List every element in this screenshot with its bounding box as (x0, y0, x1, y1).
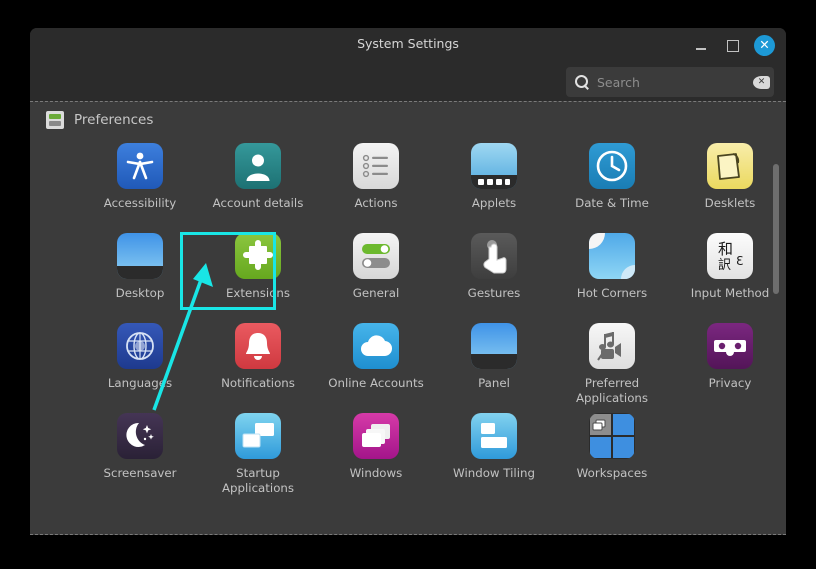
date-time-icon (589, 143, 635, 189)
settings-item-label: Window Tiling (453, 466, 535, 481)
settings-item-date-time[interactable]: Date & Time (553, 135, 671, 225)
maximize-button[interactable] (722, 35, 743, 56)
extensions-icon (235, 233, 281, 279)
settings-icon-grid: Accessibility Account details Actions Ap… (30, 135, 786, 495)
settings-item-label: Startup Applications (203, 466, 313, 496)
search-icon (574, 74, 590, 90)
screensaver-icon (117, 413, 163, 459)
screen: System Settings ✕ ✕ Preferences (0, 0, 816, 569)
section-title: Preferences (74, 112, 153, 128)
settings-item-desklets[interactable]: Desklets (671, 135, 786, 225)
settings-item-label: Preferred Applications (557, 376, 667, 406)
settings-item-privacy[interactable]: Privacy (671, 315, 786, 405)
settings-item-label: Hot Corners (577, 286, 647, 301)
hot-corners-icon (589, 233, 635, 279)
scrollbar-thumb[interactable] (773, 164, 779, 294)
svg-text:Ɛ: Ɛ (736, 254, 743, 268)
settings-item-label: Actions (354, 196, 397, 211)
actions-icon (353, 143, 399, 189)
settings-item-gestures[interactable]: Gestures (435, 225, 553, 315)
window-titlebar: System Settings ✕ ✕ (30, 28, 786, 101)
settings-content: Preferences Accessibility Account detail… (30, 101, 786, 535)
settings-item-account-details[interactable]: Account details (199, 135, 317, 225)
settings-item-label: Account details (213, 196, 304, 211)
settings-item-label: Languages (108, 376, 172, 391)
workspaces-icon (589, 413, 635, 459)
search-input[interactable] (597, 75, 753, 90)
windows-icon (353, 413, 399, 459)
window-tiling-icon (471, 413, 517, 459)
settings-item-label: Extensions (226, 286, 290, 301)
settings-item-label: General (353, 286, 400, 301)
settings-item-label: Input Method (691, 286, 770, 301)
settings-item-applets[interactable]: Applets (435, 135, 553, 225)
close-button[interactable]: ✕ (754, 35, 775, 56)
section-header-preferences: Preferences (30, 102, 786, 135)
settings-item-workspaces[interactable]: Workspaces (553, 405, 671, 495)
desktop-icon (117, 233, 163, 279)
gestures-icon (471, 233, 517, 279)
settings-item-windows[interactable]: Windows (317, 405, 435, 495)
settings-item-desktop[interactable]: Desktop (81, 225, 199, 315)
startup-applications-icon (235, 413, 281, 459)
settings-item-label: Online Accounts (328, 376, 424, 391)
input-method-icon: 和 訳 Ɛ (707, 233, 753, 279)
settings-item-label: Screensaver (103, 466, 176, 481)
settings-item-label: Applets (472, 196, 516, 211)
settings-item-label: Date & Time (575, 196, 649, 211)
settings-item-label: Notifications (221, 376, 295, 391)
minimize-button[interactable] (690, 35, 711, 56)
settings-item-panel[interactable]: Panel (435, 315, 553, 405)
settings-item-label: Gestures (468, 286, 521, 301)
settings-item-label: Desklets (705, 196, 756, 211)
settings-item-accessibility[interactable]: Accessibility (81, 135, 199, 225)
settings-item-online-accounts[interactable]: Online Accounts (317, 315, 435, 405)
svg-text:和: 和 (718, 240, 733, 258)
accessibility-icon (117, 143, 163, 189)
settings-item-hot-corners[interactable]: Hot Corners (553, 225, 671, 315)
preferences-icon (46, 111, 64, 129)
settings-item-label: Panel (478, 376, 510, 391)
settings-item-general[interactable]: General (317, 225, 435, 315)
settings-item-screensaver[interactable]: Screensaver (81, 405, 199, 495)
settings-item-actions[interactable]: Actions (317, 135, 435, 225)
settings-item-preferred-applications[interactable]: Preferred Applications (553, 315, 671, 405)
window-controls: ✕ (690, 35, 775, 56)
window-title: System Settings (30, 36, 786, 51)
applets-icon (471, 143, 517, 189)
settings-item-label: Windows (350, 466, 403, 481)
online-accounts-icon (353, 323, 399, 369)
preferred-applications-icon (589, 323, 635, 369)
settings-item-input-method[interactable]: 和 訳 Ɛ Input Method (671, 225, 786, 315)
svg-text:訳: 訳 (718, 258, 731, 273)
languages-icon (117, 323, 163, 369)
vertical-scrollbar[interactable] (770, 102, 782, 534)
settings-item-label: Privacy (709, 376, 752, 391)
general-icon (353, 233, 399, 279)
settings-item-languages[interactable]: Languages (81, 315, 199, 405)
search-box[interactable]: ✕ (566, 67, 774, 97)
settings-item-label: Accessibility (104, 196, 177, 211)
settings-item-notifications[interactable]: Notifications (199, 315, 317, 405)
notifications-icon (235, 323, 281, 369)
desklets-icon (707, 143, 753, 189)
clear-icon[interactable]: ✕ (753, 76, 770, 89)
settings-item-extensions[interactable]: Extensions (199, 225, 317, 315)
settings-item-label: Desktop (116, 286, 165, 301)
settings-item-label: Workspaces (577, 466, 648, 481)
settings-item-window-tiling[interactable]: Window Tiling (435, 405, 553, 495)
settings-item-startup-applications[interactable]: Startup Applications (199, 405, 317, 495)
system-settings-window: System Settings ✕ ✕ Preferences (30, 28, 786, 535)
account-details-icon (235, 143, 281, 189)
panel-icon (471, 323, 517, 369)
privacy-icon (707, 323, 753, 369)
